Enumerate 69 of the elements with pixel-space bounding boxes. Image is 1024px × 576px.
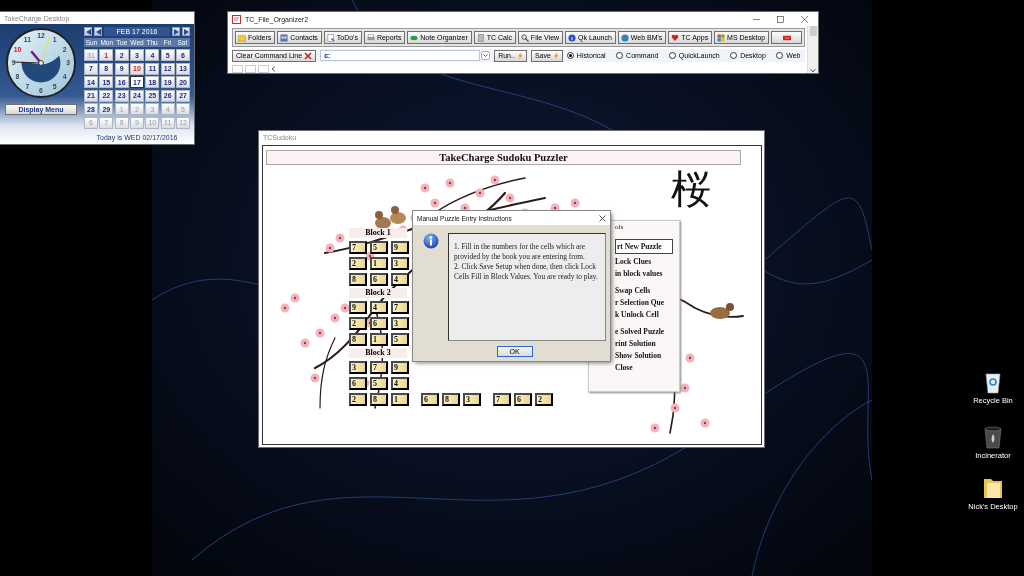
sudoku-cell[interactable]: 9: [391, 241, 409, 254]
sudoku-cell[interactable]: 9: [349, 301, 367, 314]
previous-year-button[interactable]: [84, 27, 92, 36]
sudoku-cell[interactable]: 6: [370, 273, 388, 286]
sudoku-cell[interactable]: 4: [391, 273, 409, 286]
sudoku-cell[interactable]: 1: [391, 393, 409, 406]
next-month-button[interactable]: [172, 27, 180, 36]
folder-icon[interactable]: [982, 476, 1004, 500]
sudoku-cell[interactable]: 3: [391, 257, 409, 270]
sudoku-cell[interactable]: 3: [463, 393, 481, 406]
trash-can-icon[interactable]: [982, 425, 1004, 449]
sudoku-cell[interactable]: 4: [391, 377, 409, 390]
cross-icon: [304, 51, 313, 60]
windows-logo-icon: [717, 33, 726, 42]
sudoku-cell[interactable]: 7: [493, 393, 511, 406]
sudoku-cell[interactable]: 5: [391, 333, 409, 346]
sudoku-cell[interactable]: 5: [370, 241, 388, 254]
recycle-bin-icon[interactable]: [982, 370, 1004, 394]
dropdown-icon[interactable]: [481, 51, 491, 60]
sudoku-cell[interactable]: 7: [370, 361, 388, 374]
sudoku-cell[interactable]: 6: [370, 317, 388, 330]
sudoku-cell[interactable]: 8: [349, 273, 367, 286]
sudoku-cell[interactable]: 3: [349, 361, 367, 374]
sudoku-cell[interactable]: 6: [349, 377, 367, 390]
checklist-icon: [326, 33, 335, 42]
sudoku-cell[interactable]: 1: [370, 257, 388, 270]
lightning-icon: [516, 51, 523, 60]
sudoku-cell[interactable]: 4: [370, 301, 388, 314]
sudoku-cell[interactable]: 6: [421, 393, 439, 406]
next-year-button[interactable]: [182, 27, 190, 36]
info-icon: [423, 233, 439, 249]
printer-icon: [366, 33, 375, 42]
kanji-title: 桜: [671, 170, 711, 210]
sudoku-cell[interactable]: 6: [514, 393, 532, 406]
info-icon: [568, 33, 577, 42]
sudoku-cell[interactable]: 3: [391, 317, 409, 330]
sudoku-cell[interactable]: 8: [349, 333, 367, 346]
sudoku-cell[interactable]: 7: [349, 241, 367, 254]
sudoku-cell[interactable]: 5: [370, 377, 388, 390]
heart-icon: [671, 33, 680, 42]
sudoku-cell[interactable]: 7: [391, 301, 409, 314]
sudoku-cell[interactable]: 2: [349, 393, 367, 406]
sudoku-cell[interactable]: 2: [535, 393, 553, 406]
lightning-icon: [552, 51, 559, 60]
globe-icon: [620, 33, 629, 42]
sudoku-cell[interactable]: 2: [349, 257, 367, 270]
block-label: Block 3: [349, 348, 407, 358]
clock-face-drawing: [5, 27, 77, 99]
magnifier-icon: [520, 33, 529, 42]
previous-month-button[interactable]: [94, 27, 102, 36]
scroll-down-icon[interactable]: [810, 68, 816, 73]
calculator-icon: [476, 33, 485, 42]
sudoku-cell[interactable]: 9: [391, 361, 409, 374]
block-label: Block 2: [349, 288, 407, 298]
scrollbar-thumb[interactable]: [809, 26, 817, 36]
people-icon: [280, 33, 289, 42]
tag-icon: [782, 33, 791, 42]
sudoku-cell[interactable]: 2: [349, 317, 367, 330]
block-label: Block 1: [349, 228, 407, 238]
scroll-left-icon[interactable]: [271, 65, 276, 72]
close-icon[interactable]: [599, 214, 606, 222]
folder-icon: [238, 33, 246, 42]
sudoku-cell[interactable]: 8: [370, 393, 388, 406]
app-heading: TakeCharge Sudoku Puzzler: [266, 150, 741, 165]
maximize-icon: [776, 15, 784, 23]
sudoku-cell[interactable]: 8: [442, 393, 460, 406]
toolbar-button[interactable]: [771, 31, 802, 44]
close-icon: [800, 15, 808, 23]
sudoku-cell[interactable]: 1: [370, 333, 388, 346]
